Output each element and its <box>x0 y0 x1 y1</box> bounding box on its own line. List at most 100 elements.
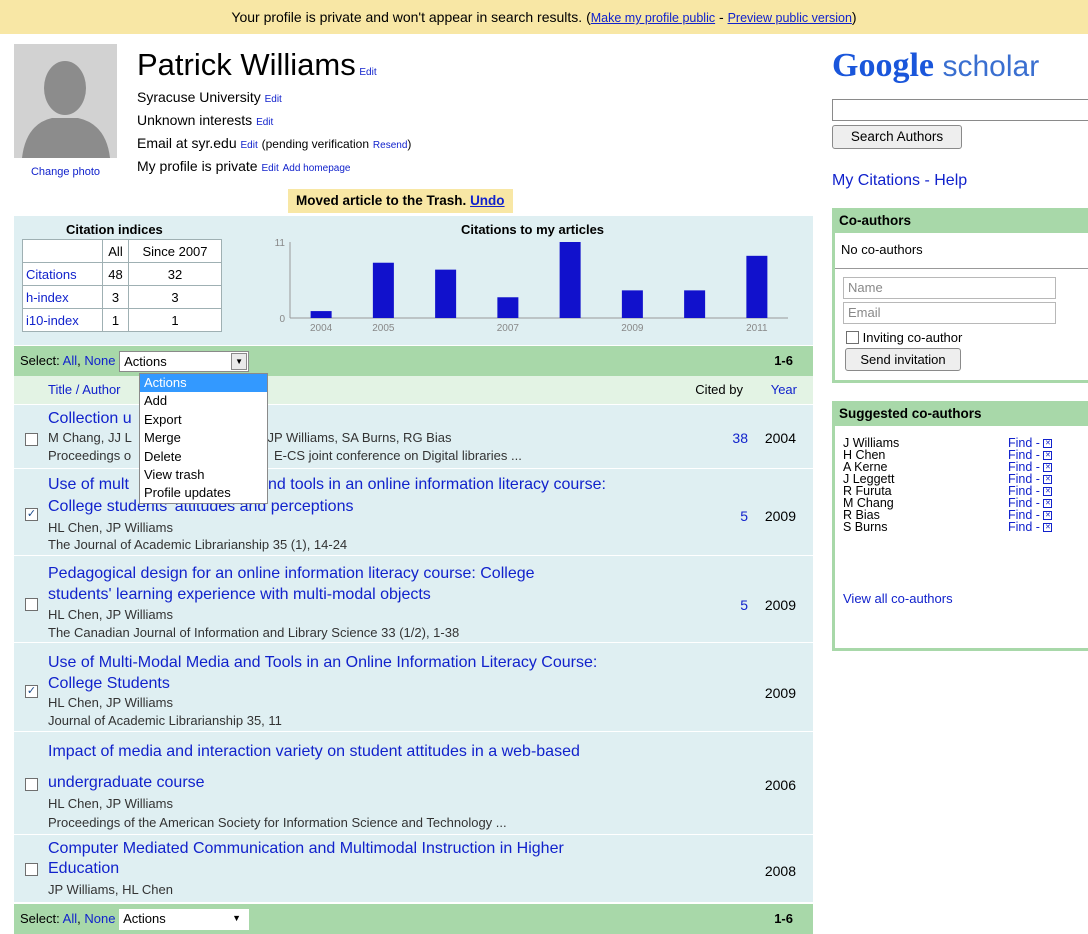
edit-interests-link[interactable]: Edit <box>256 117 273 128</box>
menu-item-actions[interactable]: Actions <box>140 374 267 393</box>
i10-index-link[interactable]: i10-index <box>26 313 79 328</box>
coauthor-name-field[interactable]: Name <box>843 277 1056 299</box>
dismiss-icon[interactable]: ✕ <box>1043 523 1053 533</box>
article-title-link[interactable]: Pedagogical design for an online informa… <box>48 565 535 582</box>
article-venue: Proceedings of the American Society for … <box>48 815 507 830</box>
chevron-down-icon[interactable]: ▼ <box>231 353 248 371</box>
citations-link[interactable]: Citations <box>26 267 77 282</box>
sort-title-author-link[interactable]: Title / Author <box>48 376 121 404</box>
article-title-link[interactable]: Computer Mediated Communication and Mult… <box>48 840 564 857</box>
suggested-coauthor-name: S Burns <box>843 520 888 534</box>
resend-link[interactable]: Resend <box>373 140 407 151</box>
search-authors-button[interactable]: Search Authors <box>832 125 962 149</box>
chart-bar-2005[interactable] <box>372 262 394 318</box>
dismiss-icon[interactable]: ✕ <box>1043 499 1053 509</box>
select-all-link[interactable]: All <box>63 353 77 368</box>
edit-email-link[interactable]: Edit <box>241 140 258 151</box>
article-authors: JP Williams, HL Chen <box>48 882 173 897</box>
article-title-link-line2[interactable]: students' learning experience with multi… <box>48 586 431 603</box>
my-citations-help-link[interactable]: My Citations - Help <box>832 172 967 190</box>
chart-bar-2008[interactable] <box>559 242 581 318</box>
menu-item-view-trash[interactable]: View trash <box>140 466 267 484</box>
edit-privacy-link[interactable]: Edit <box>261 163 278 174</box>
chart-x-tick-label: 2004 <box>310 323 333 334</box>
menu-item-profile-updates[interactable]: Profile updates <box>140 484 267 502</box>
actions-dropdown[interactable]: Actions ▼ <box>119 351 250 373</box>
suggested-coauthors-title: Suggested co-authors <box>835 404 1088 426</box>
cited-by-link[interactable]: 5 <box>740 508 748 524</box>
notice-close-paren: ) <box>851 9 857 25</box>
sort-year-link[interactable]: Year <box>771 376 797 404</box>
article-title-link[interactable]: Impact of media and interaction variety … <box>48 743 580 760</box>
article-title-link-line2[interactable]: Education <box>48 860 119 877</box>
citation-indices-title: Citation indices <box>66 222 163 237</box>
send-invitation-button[interactable]: Send invitation <box>845 348 961 371</box>
cited-by-link[interactable]: 38 <box>732 430 748 446</box>
article-venue: Journal of Academic Librarianship 35, 11 <box>48 713 282 728</box>
undo-link[interactable]: Undo <box>470 193 505 208</box>
article-checkbox-checked[interactable]: ✓ <box>25 508 38 521</box>
article-checkbox[interactable] <box>25 863 38 876</box>
coauthor-email-field[interactable]: Email <box>843 302 1056 324</box>
privacy-notice-bar: Your profile is private and won't appear… <box>0 0 1088 34</box>
select-all-link[interactable]: All <box>63 911 77 926</box>
article-year: 2009 <box>764 685 796 701</box>
article-row: Impact of media and interaction variety … <box>14 731 813 834</box>
view-all-coauthors-link[interactable]: View all co-authors <box>843 591 953 606</box>
chart-bar-2010[interactable] <box>684 290 706 318</box>
actions-dropdown[interactable]: Actions ▼ <box>119 909 250 931</box>
article-title-link-line2[interactable]: College Students <box>48 675 170 692</box>
add-homepage-link[interactable]: Add homepage <box>283 163 351 174</box>
cited-by-link[interactable]: 5 <box>740 597 748 613</box>
article-title-link[interactable]: Collection u <box>48 410 132 427</box>
dismiss-icon[interactable]: ✕ <box>1043 451 1053 461</box>
make-profile-public-link[interactable]: Make my profile public <box>591 11 715 25</box>
article-authors: HL Chen, JP Williams <box>48 695 173 710</box>
menu-item-export[interactable]: Export <box>140 411 267 429</box>
chart-bar-2006[interactable] <box>435 269 457 318</box>
table-cell: 3 <box>128 285 222 309</box>
inviting-coauthor-option[interactable]: Inviting co-author <box>846 330 962 345</box>
inviting-checkbox[interactable] <box>846 331 859 344</box>
dismiss-icon[interactable]: ✕ <box>1043 511 1053 521</box>
find-coauthor-link[interactable]: Find - ✕ <box>1008 521 1053 533</box>
change-photo-link[interactable]: Change photo <box>14 166 117 178</box>
menu-item-add[interactable]: Add <box>140 392 267 410</box>
select-none-link[interactable]: None <box>84 911 115 926</box>
google-scholar-logo[interactable]: Google scholar <box>832 47 1039 85</box>
table-cell: 1 <box>102 308 129 332</box>
dismiss-icon[interactable]: ✕ <box>1043 487 1053 497</box>
article-authors: HL Chen, JP Williams <box>48 607 173 622</box>
article-checkbox[interactable] <box>25 433 38 446</box>
article-checkbox[interactable] <box>25 598 38 611</box>
edit-name-link[interactable]: Edit <box>359 67 376 78</box>
pending-close: ) <box>407 137 412 151</box>
chevron-down-icon[interactable]: ▼ <box>232 909 241 928</box>
chart-bar-2007[interactable] <box>497 297 519 318</box>
profile-photo[interactable] <box>14 44 117 158</box>
article-checkbox-checked[interactable]: ✓ <box>25 685 38 698</box>
article-title-link-line2[interactable]: undergraduate course <box>48 774 205 791</box>
preview-public-link[interactable]: Preview public version <box>728 11 852 25</box>
article-title-link[interactable]: Use of Multi-Modal Media and Tools in an… <box>48 654 597 671</box>
chart-bar-2009[interactable] <box>621 290 643 318</box>
privacy-status: My profile is private <box>137 158 258 174</box>
chart-y-tick-label: 11 <box>275 238 286 249</box>
select-none-link[interactable]: None <box>84 353 115 368</box>
dismiss-icon[interactable]: ✕ <box>1043 439 1053 449</box>
cited-by-header: Cited by <box>695 382 743 397</box>
article-title-link[interactable]: Use of mult <box>48 476 129 493</box>
menu-item-delete[interactable]: Delete <box>140 448 267 466</box>
article-title-link-continued[interactable]: nd tools in an online information litera… <box>268 476 606 493</box>
actions-dropdown-value: Actions <box>123 911 166 927</box>
author-search-input[interactable] <box>832 99 1088 121</box>
chart-bar-2004[interactable] <box>310 311 332 318</box>
dismiss-icon[interactable]: ✕ <box>1043 475 1053 485</box>
edit-affiliation-link[interactable]: Edit <box>265 94 282 105</box>
h-index-link[interactable]: h-index <box>26 290 69 305</box>
menu-item-merge[interactable]: Merge <box>140 429 267 447</box>
article-checkbox[interactable] <box>25 778 38 791</box>
moved-message-text: Moved article to the Trash. <box>296 193 467 208</box>
chart-bar-2011[interactable] <box>746 255 768 318</box>
dismiss-icon[interactable]: ✕ <box>1043 463 1053 473</box>
